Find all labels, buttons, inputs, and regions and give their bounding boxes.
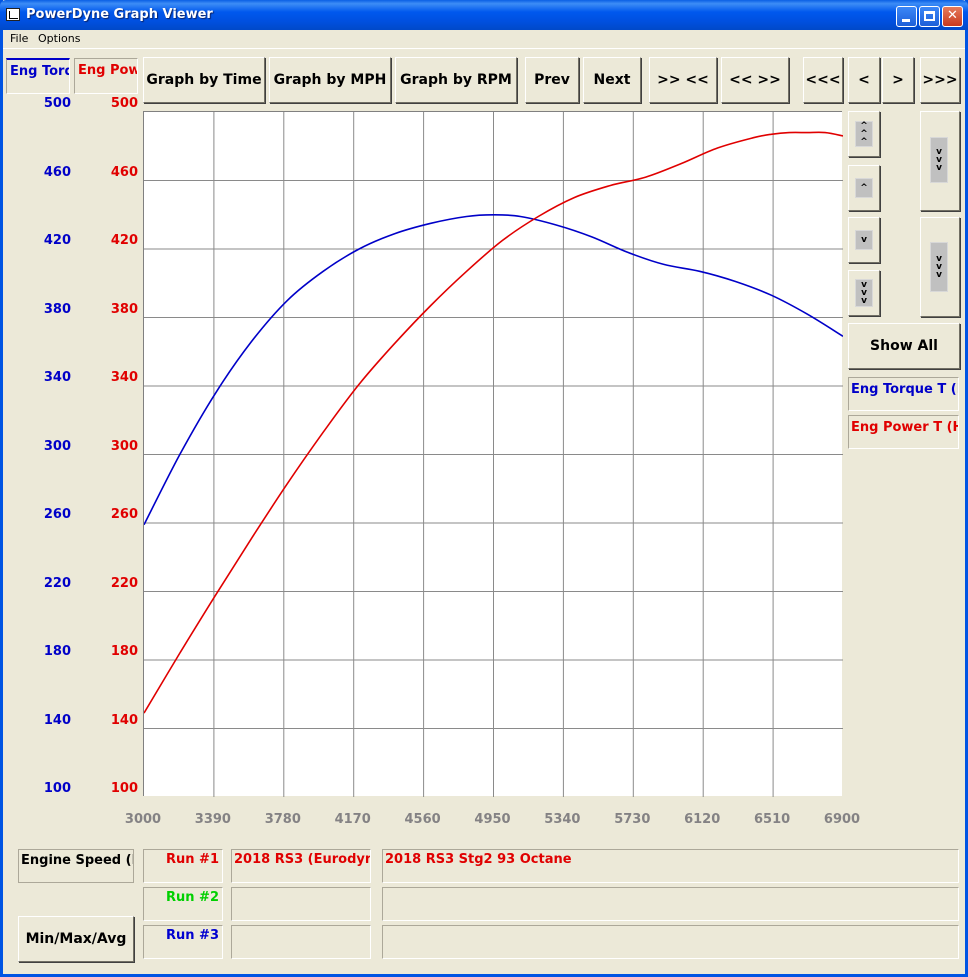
y-tick-label-torque: 260	[43, 507, 71, 522]
x-tick-label: 4950	[474, 812, 511, 827]
chevron-down-icon: v	[855, 230, 873, 250]
dyno-chart	[143, 112, 844, 797]
y-tick-label-power: 380	[110, 301, 138, 317]
min-max-avg-button[interactable]: Min/Max/Avg	[18, 916, 134, 962]
graph-by-mph-button[interactable]: Graph by MPH	[269, 57, 391, 103]
triple-chevron-down-icon: vvv	[930, 242, 948, 292]
next-button[interactable]: Next	[583, 57, 641, 103]
pan-left-button[interactable]: <	[848, 57, 880, 103]
run-name-field[interactable]	[231, 925, 371, 959]
x-tick-label: 3390	[194, 812, 231, 827]
maximize-icon	[924, 11, 935, 21]
scroll-range-up-button[interactable]: vvv	[920, 111, 960, 211]
x-tick-label: 4170	[334, 812, 371, 827]
triple-chevron-down-icon: vvv	[930, 137, 948, 183]
tab-eng-power[interactable]: Eng Powe	[74, 58, 138, 94]
double-chevron-up-icon: ^ ^ ^	[855, 121, 873, 147]
scroll-range-down-button[interactable]: vvv	[920, 217, 960, 317]
run-label[interactable]: Run #3	[143, 925, 223, 959]
y-tick-label-power: 260	[110, 507, 138, 522]
close-button[interactable]: ✕	[942, 6, 963, 27]
graph-by-time-button[interactable]: Graph by Time	[143, 57, 265, 103]
y-tick-label-torque: 100	[43, 781, 71, 796]
y-tick-label-power: 500	[110, 96, 138, 111]
zoom-in-button[interactable]: >> <<	[649, 57, 717, 103]
scroll-down-fast-button[interactable]: vvv	[848, 270, 880, 316]
legend-torque[interactable]: Eng Torque T (Ft-	[848, 377, 959, 411]
scroll-down-button[interactable]: v	[848, 217, 880, 263]
run-name-field[interactable]	[231, 887, 371, 921]
minimize-button[interactable]	[896, 6, 917, 27]
app-graph-icon	[6, 8, 20, 21]
maximize-button[interactable]	[919, 6, 940, 27]
chevron-up-icon: ^	[855, 178, 873, 198]
y-tick-label-torque: 140	[43, 712, 71, 728]
y-tick-label-torque: 460	[43, 164, 71, 180]
run-label[interactable]: Run #2	[143, 887, 223, 921]
x-tick-label: 3000	[124, 812, 162, 827]
prev-button[interactable]: Prev	[525, 57, 579, 103]
show-all-button[interactable]: Show All	[848, 323, 960, 369]
y-tick-label-torque: 340	[43, 370, 71, 385]
y-tick-label-torque: 300	[43, 438, 71, 454]
window-title: PowerDyne Graph Viewer	[26, 7, 213, 22]
x-channel-field[interactable]: Engine Speed (RP	[18, 849, 134, 883]
pan-far-right-button[interactable]: >>>	[920, 57, 960, 103]
x-tick-label: 6900	[823, 812, 861, 827]
menu-options[interactable]: Options	[38, 32, 80, 45]
pan-right-button[interactable]: >	[882, 57, 914, 103]
double-chevron-down-icon: vvv	[855, 279, 873, 307]
close-icon: ✕	[947, 8, 958, 23]
y-tick-label-power: 300	[110, 438, 138, 454]
x-tick-label: 3780	[264, 812, 301, 827]
y-tick-label-power: 180	[110, 644, 138, 659]
run-description-field[interactable]: 2018 RS3 Stg2 93 Octane	[382, 849, 959, 883]
zoom-out-button[interactable]: << >>	[721, 57, 789, 103]
scroll-up-button[interactable]: ^	[848, 165, 880, 211]
legend-power[interactable]: Eng Power T (HP	[848, 415, 959, 449]
x-tick-label: 6120	[684, 812, 721, 827]
x-tick-label: 5730	[614, 812, 651, 827]
graph-plot-area[interactable]	[143, 111, 844, 797]
run-name-field[interactable]: 2018 RS3 (Eurodyne, I	[231, 849, 371, 883]
title-bar[interactable]: PowerDyne Graph Viewer ✕	[0, 0, 968, 30]
graph-by-rpm-button[interactable]: Graph by RPM	[395, 57, 517, 103]
y-tick-label-power: 140	[110, 712, 138, 728]
x-tick-label: 4560	[404, 812, 441, 827]
y-tick-label-torque: 500	[43, 96, 71, 111]
y-tick-label-power: 340	[110, 370, 138, 385]
x-tick-label: 6510	[754, 812, 791, 827]
y-tick-label-power: 220	[110, 575, 138, 591]
run-description-field[interactable]	[382, 887, 959, 921]
run-label[interactable]: Run #1	[143, 849, 223, 883]
minimize-icon	[902, 19, 910, 22]
menu-bar: File Options	[3, 30, 965, 49]
y-tick-label-power: 420	[110, 233, 138, 248]
x-tick-label: 5340	[544, 812, 581, 827]
pan-far-left-button[interactable]: <<<	[803, 57, 843, 103]
menu-file[interactable]: File	[10, 32, 28, 45]
app-window: PowerDyne Graph Viewer ✕ File Options En…	[0, 0, 968, 977]
y-tick-label-torque: 180	[43, 644, 71, 659]
y-tick-label-power: 100	[110, 781, 138, 796]
run-description-field[interactable]	[382, 925, 959, 959]
tab-eng-torque[interactable]: Eng Torq	[6, 58, 70, 94]
y-tick-label-torque: 380	[43, 301, 71, 317]
scroll-up-fast-button[interactable]: ^ ^ ^	[848, 111, 880, 157]
y-tick-label-torque: 220	[43, 575, 71, 591]
y-tick-label-power: 460	[110, 164, 138, 180]
y-tick-label-torque: 420	[43, 233, 71, 248]
